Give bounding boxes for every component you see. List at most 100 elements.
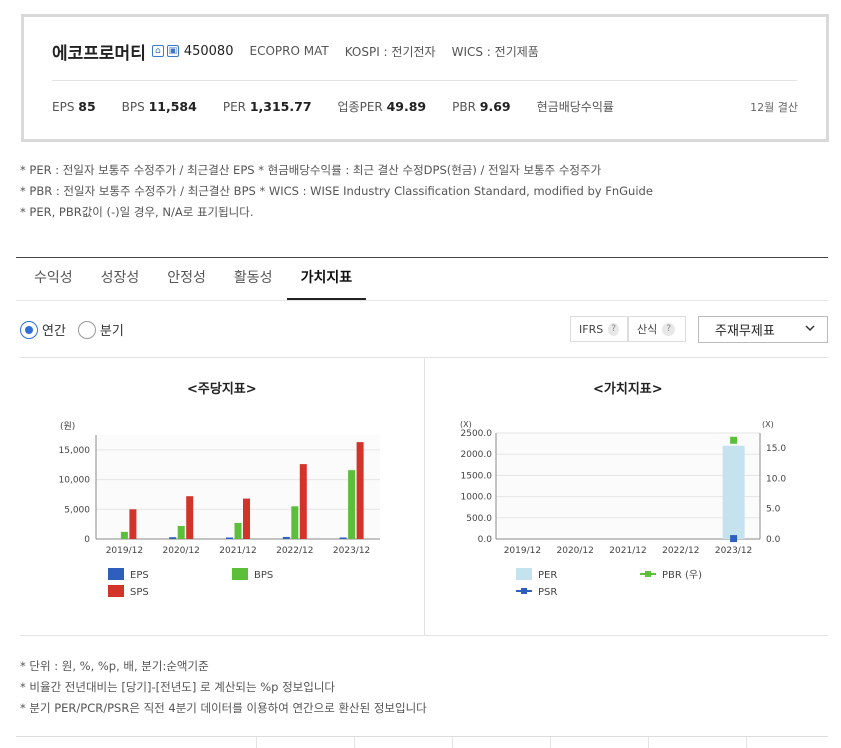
settlement-month: 12월 결산: [750, 101, 798, 114]
legend-marker: [645, 571, 651, 577]
tab-stability[interactable]: 안정성: [153, 258, 220, 300]
y-tick-label: 5,000: [64, 505, 90, 515]
marker-pbr: [730, 436, 738, 444]
y-tick-label: 500.0: [466, 514, 492, 524]
y-tick-label: 0: [84, 535, 90, 545]
bar-eps: [282, 536, 290, 539]
legend-marker: [521, 588, 527, 594]
note-line: * PBR : 전일자 보통주 수정주가 / 최근결산 BPS * WICS :…: [20, 184, 653, 198]
bar-sps: [243, 498, 250, 539]
tab-activity[interactable]: 활동성: [220, 258, 287, 300]
y-axis-label: (X): [460, 420, 472, 429]
header-divider: [52, 80, 797, 81]
x-tick-label: 2020/12: [557, 546, 594, 556]
y-tick-label: 15,000: [59, 446, 91, 456]
bar-bps: [120, 531, 128, 539]
y2-tick-label: 10.0: [766, 474, 786, 484]
bar-sps: [186, 496, 194, 539]
stat-dividend-yield: 현금배당수익률: [536, 99, 614, 114]
period-selector: 연간 분기: [20, 320, 136, 339]
legend-label: PBR (우): [662, 569, 702, 581]
definition-notes: * PER : 전일자 보통주 수정주가 / 최근결산 EPS * 현금배당수익…: [20, 160, 653, 223]
y-tick-label: 2000.0: [461, 450, 493, 460]
statement-select[interactable]: 주재무제표: [698, 316, 828, 343]
note-line: * PER, PBR값이 (-)일 경우, N/A로 표기됩니다.: [20, 205, 254, 219]
legend-swatch: [108, 568, 124, 580]
tab-growth[interactable]: 성장성: [87, 258, 154, 300]
plot-area: [496, 433, 760, 539]
bar-bps: [177, 525, 185, 539]
annual-radio[interactable]: [20, 320, 38, 339]
formula-label: 산식: [637, 323, 658, 336]
y-tick-label: 1000.0: [461, 493, 493, 503]
bar-bps: [234, 522, 242, 539]
help-icon[interactable]: ?: [608, 322, 619, 336]
building-icon[interactable]: ▣: [166, 45, 179, 57]
category-tabs: 수익성 성장성 안정성 활동성 가치지표: [20, 258, 367, 300]
chart-title-per-share: <주당지표>: [187, 382, 257, 397]
x-tick-label: 2022/12: [276, 546, 313, 556]
company-name: 에코프로머티: [52, 43, 146, 64]
stat-pbr: PBR 9.69: [452, 98, 511, 114]
panel-divider: [424, 357, 425, 636]
company-summary-box: [21, 14, 829, 142]
y2-tick-label: 5.0: [766, 505, 781, 515]
note-line: * 비율간 전년대비는 [당기]-[전년도] 로 계산되는 %p 정보입니다: [20, 680, 335, 694]
legend-swatch: [108, 585, 124, 597]
y-tick-label: 1500.0: [461, 471, 493, 481]
ifrs-button[interactable]: IFRS ?: [570, 316, 628, 342]
y-axis-label: (원): [60, 421, 75, 432]
column-divider: [354, 737, 355, 748]
legend-label: EPS: [130, 570, 149, 581]
x-tick-label: 2020/12: [163, 546, 200, 556]
column-divider: [452, 737, 453, 748]
y-tick-label: 2500.0: [461, 429, 493, 439]
wics-sector: WICS : 전기제품: [451, 44, 539, 59]
column-divider: [550, 737, 551, 748]
x-tick-label: 2023/12: [333, 546, 370, 556]
bar-eps: [169, 537, 177, 539]
statement-select-value: 주재무제표: [715, 324, 775, 339]
y-tick-label: 10,000: [59, 476, 91, 486]
quarter-radio[interactable]: [77, 320, 96, 339]
chart-title-valuation: <가치지표>: [593, 382, 663, 397]
stat-per: PER 1,315.77: [222, 98, 312, 114]
y2-tick-label: 15.0: [766, 444, 786, 454]
x-tick-label: 2021/12: [609, 546, 646, 556]
y-tick-label: 0.0: [478, 535, 493, 545]
legend-label: PER: [538, 570, 557, 581]
quarter-label[interactable]: 분기: [100, 320, 124, 339]
english-name: ECOPRO MAT: [249, 44, 329, 58]
annual-label[interactable]: 연간: [42, 320, 66, 339]
bar-per: [722, 445, 745, 539]
market-sector: KOSPI : 전기전자: [344, 44, 436, 59]
column-divider: [256, 737, 257, 748]
ifrs-label: IFRS: [579, 322, 604, 336]
marker-psr: [730, 535, 738, 543]
valuation-chart: 0.0 500.0 1000.0 1500.0 2000.0 2500.0 0.0 5.0 10…: [460, 420, 786, 598]
unit-notes: * 단위 : 원, %, %p, 배, 분기:순액기준 * 비율간 전년대비는 …: [20, 656, 427, 719]
column-divider: [648, 737, 649, 748]
legend-label: PSR: [538, 587, 557, 598]
tab-profitability[interactable]: 수익성: [20, 258, 87, 300]
formula-button[interactable]: 산식 ?: [628, 316, 686, 342]
y2-tick-label: 0.0: [766, 535, 781, 545]
bar-eps: [339, 537, 347, 539]
chevron-down-icon: [805, 325, 815, 332]
help-icon[interactable]: ?: [662, 322, 676, 336]
company-header: 에코프로머티 ⌂ ▣ 450080 ECOPRO MAT KOSPI : 전기전…: [52, 38, 555, 64]
home-icon[interactable]: ⌂: [151, 45, 164, 57]
table-header-strip: [16, 736, 828, 748]
legend-swatch: [516, 568, 532, 580]
note-line: * 단위 : 원, %, %p, 배, 분기:순액기준: [20, 659, 209, 673]
x-tick-label: 2022/12: [662, 546, 699, 556]
bar-eps: [226, 537, 233, 539]
bar-sps: [299, 464, 307, 539]
tab-valuation[interactable]: 가치지표: [286, 258, 367, 300]
bar-sps: [129, 509, 137, 539]
stat-bps: BPS 11,584: [121, 98, 197, 114]
x-tick-label: 2019/12: [504, 546, 541, 556]
bar-bps: [291, 506, 299, 539]
column-divider: [746, 737, 747, 748]
x-tick-label: 2023/12: [715, 546, 752, 556]
